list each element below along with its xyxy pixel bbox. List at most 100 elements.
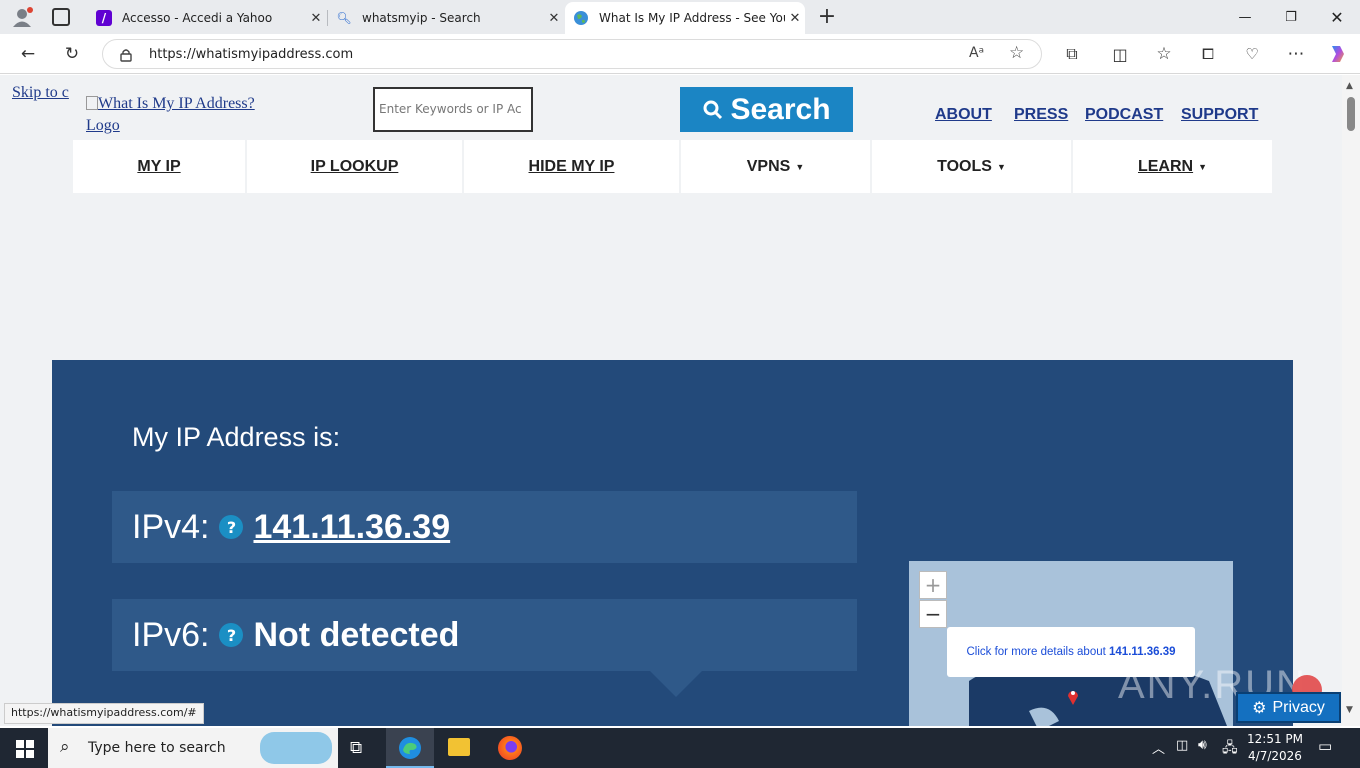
help-icon[interactable]: ? (219, 623, 244, 647)
nav-my-ip[interactable]: MY IP (73, 140, 245, 193)
close-icon[interactable]: ✕ (544, 11, 564, 26)
clock-time: 12:51 PM (1247, 732, 1303, 746)
vertical-scrollbar[interactable]: ▲ ▼ (1342, 75, 1360, 726)
web-page: Skip to c What Is My IP Address? Logo En… (0, 75, 1342, 726)
split-screen-icon[interactable]: ◫ (1106, 40, 1134, 68)
ip-hero-section: My IP Address is: IPv4: ? 141.11.36.39 I… (52, 360, 1293, 726)
favorite-star-icon[interactable]: ☆ (1009, 43, 1024, 63)
copilot-icon[interactable] (1324, 40, 1352, 68)
search-icon (703, 100, 723, 119)
restore-icon[interactable]: ❐ (1268, 4, 1314, 30)
search-placeholder: Enter Keywords or IP Ac (379, 102, 522, 116)
tab-title: whatsmyip - Search (362, 11, 481, 25)
privacy-label: Privacy (1272, 698, 1325, 716)
collections-icon[interactable]: ⧠ (1194, 40, 1222, 68)
nav-learn[interactable]: LEARN ▼ (1073, 140, 1272, 193)
tray-chevron-icon[interactable]: ︿ (1152, 738, 1165, 757)
favorites-icon[interactable]: ☆ (1150, 40, 1178, 68)
refresh-icon[interactable]: ↻ (58, 40, 86, 68)
back-icon[interactable]: ← (14, 40, 42, 68)
tab-search[interactable]: 🔍︎ whatsmyip - Search ✕ (328, 4, 564, 32)
close-icon[interactable]: ✕ (785, 11, 805, 26)
tab-actions-icon[interactable] (52, 8, 70, 26)
about-link[interactable]: ABOUT (935, 106, 992, 124)
meet-now-icon[interactable]: ◫ (1176, 738, 1188, 753)
gear-icon: ⚙ (1252, 699, 1267, 717)
taskbar-search-placeholder: Type here to search (88, 740, 226, 756)
url-text: https://whatismyipaddress.com (149, 47, 354, 62)
status-bar-url: https://whatismyipaddress.com/# (4, 703, 204, 724)
more-menu-icon[interactable]: ⋯ (1282, 40, 1310, 68)
help-icon[interactable]: ? (219, 515, 244, 539)
nav-tools[interactable]: TOOLS ▼ (872, 140, 1071, 193)
volume-icon[interactable]: 🔊︎ (1198, 737, 1207, 753)
taskbar-search-box[interactable]: ⌕ Type here to search (48, 728, 338, 768)
extensions-icon[interactable]: ⧉ (1058, 40, 1086, 68)
network-icon[interactable]: 🖧︎ (1222, 737, 1238, 761)
map-popup-text: Click for more details about (966, 646, 1106, 658)
search-icon: ⌕ (60, 737, 70, 757)
yahoo-icon: / (96, 10, 112, 26)
main-nav: MY IP IP LOOKUP HIDE MY IP VPNS ▼ TOOLS ▼ … (73, 140, 1272, 193)
zoom-out-button[interactable]: − (919, 600, 947, 628)
edge-taskbar-icon[interactable] (386, 728, 434, 768)
firefox-icon[interactable] (498, 736, 522, 760)
scroll-thumb[interactable] (1347, 97, 1355, 131)
support-link[interactable]: SUPPORT (1181, 106, 1258, 124)
search-icon: 🔍︎ (336, 11, 352, 25)
privacy-button[interactable]: ⚙ Privacy (1236, 692, 1341, 723)
ipv6-label: IPv6: (132, 615, 210, 654)
browser-tab-bar: / Accesso - Accedi a Yahoo ✕ 🔍︎ whatsmyi… (0, 0, 1360, 34)
map-marker-icon[interactable] (1066, 687, 1080, 705)
ipv6-value: Not detected (253, 615, 460, 654)
windows-taskbar: ⌕ Type here to search ⧉ ︿ ◫ 🔊︎ 🖧︎ 12:51 … (0, 728, 1360, 768)
browser-essentials-icon[interactable]: ♡ (1238, 40, 1266, 68)
ipv4-label: IPv4: (132, 507, 210, 546)
search-button[interactable]: Search (680, 87, 853, 132)
window-close-icon[interactable]: ✕ (1314, 4, 1360, 30)
close-icon[interactable]: ✕ (306, 11, 326, 26)
site-header: Skip to c What Is My IP Address? Logo En… (0, 75, 1342, 140)
scroll-down-icon[interactable]: ▼ (1346, 705, 1353, 715)
clock-date: 4/7/2026 (1248, 749, 1302, 763)
profile-icon[interactable] (10, 6, 34, 28)
podcast-link[interactable]: PODCAST (1085, 106, 1163, 124)
tab-yahoo[interactable]: / Accesso - Accedi a Yahoo ✕ (88, 4, 326, 32)
site-logo[interactable]: What Is My IP Address? Logo (86, 93, 286, 137)
new-tab-icon[interactable]: + (816, 4, 838, 30)
ipv4-value[interactable]: 141.11.36.39 (253, 508, 450, 547)
skip-link[interactable]: Skip to c (12, 84, 72, 102)
logo-alt-text: What Is My IP Address? Logo (86, 95, 255, 134)
task-view-icon[interactable]: ⧉ (350, 738, 362, 758)
address-bar[interactable]: https://whatismyipaddress.com A͏ᵃ ☆ (102, 39, 1042, 69)
notification-icon[interactable]: ▭ (1318, 737, 1332, 755)
nav-vpns[interactable]: VPNS ▼ (681, 140, 870, 193)
search-highlight-image (260, 732, 332, 764)
nav-ip-lookup[interactable]: IP LOOKUP (247, 140, 462, 193)
caret-down-icon: ▼ (1198, 161, 1208, 172)
hero-heading: My IP Address is: (132, 422, 341, 452)
scroll-up-icon[interactable]: ▲ (1346, 81, 1353, 91)
clock[interactable]: 12:51 PM 4/7/2026 (1244, 731, 1306, 765)
ipv6-row: IPv6: ? Not detected (112, 599, 857, 671)
lock-icon[interactable] (120, 47, 132, 62)
broken-image-icon (86, 96, 98, 110)
pointer-triangle (650, 671, 702, 697)
ipv4-row: IPv4: ? 141.11.36.39 (112, 491, 857, 563)
tab-whatismyip[interactable]: What Is My IP Address - See Your ✕ (565, 2, 805, 34)
press-link[interactable]: PRESS (1014, 106, 1068, 124)
search-input[interactable]: Enter Keywords or IP Ac (373, 87, 533, 132)
search-button-label: Search (730, 92, 831, 126)
caret-down-icon: ▼ (795, 161, 805, 172)
caret-down-icon: ▼ (996, 161, 1006, 172)
file-explorer-icon[interactable] (448, 738, 470, 756)
read-aloud-icon[interactable]: A͏ᵃ (969, 45, 984, 61)
zoom-in-button[interactable]: + (919, 571, 947, 599)
minimize-icon[interactable]: — (1222, 4, 1268, 30)
globe-icon (573, 10, 589, 26)
tab-title: Accesso - Accedi a Yahoo (122, 11, 273, 25)
map-popup-ip: 141.11.36.39 (1109, 646, 1176, 658)
windows-start-icon[interactable] (16, 740, 34, 758)
tab-title: What Is My IP Address - See Your (599, 11, 785, 25)
nav-hide-my-ip[interactable]: HIDE MY IP (464, 140, 679, 193)
